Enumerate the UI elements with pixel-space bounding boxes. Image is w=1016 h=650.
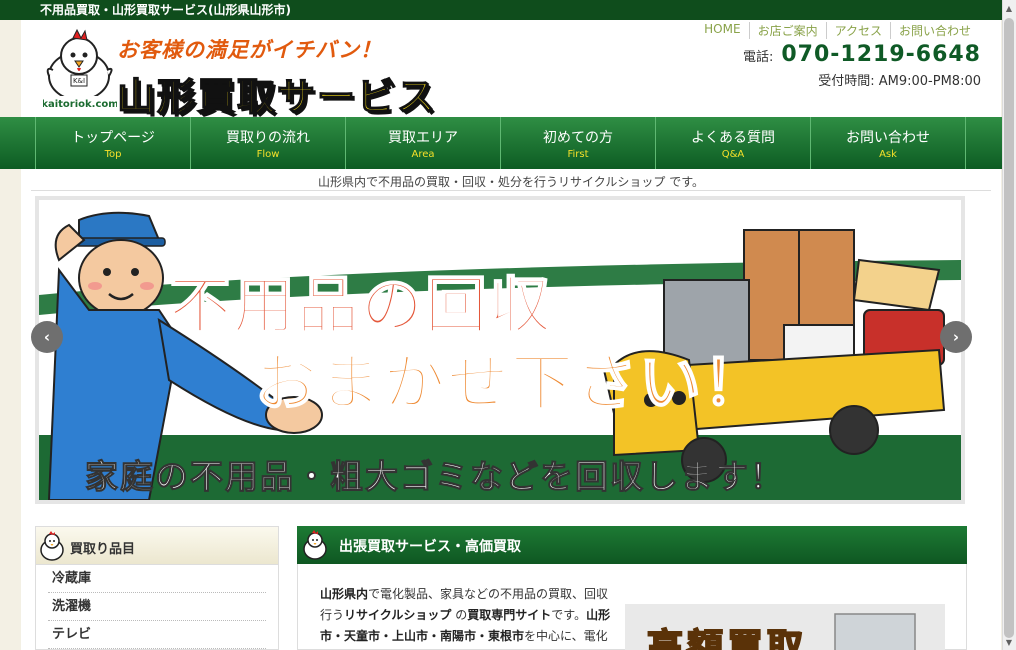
logo-domain: kaitoriok.com [43, 99, 117, 110]
site-topbar: 不用品買取・山形買取サービス(山形県山形市) [0, 0, 1002, 20]
nav-label: トップページ [71, 130, 155, 146]
section-body: 山形県内で電化製品、家具などの不用品の買取、回収行うリサイクルショップ の買取専… [297, 564, 967, 650]
catch-phrase: お客様の満足がイチバン！ [117, 37, 383, 62]
link-contact[interactable]: お問い合わせ [889, 22, 979, 39]
nav-item-area[interactable]: 買取エリア Area [346, 117, 501, 169]
banner-headline-2: おまかせ下さい！ [254, 345, 768, 420]
chicken-icon [303, 530, 327, 560]
nav-sub-label: Ask [879, 149, 897, 160]
nav-item-flow[interactable]: 買取りの流れ Flow [191, 117, 346, 169]
hero-slider: 不用品の回収 おまかせ下さい！ 家庭の不用品・粗大ゴミなどを回収します！ [35, 196, 965, 504]
nav-item-top[interactable]: トップページ Top [36, 117, 191, 169]
text: の [451, 608, 468, 622]
banner-subheadline: 家庭の不用品・粗大ゴミなどを回収します！ [85, 457, 785, 497]
phone-label: 電話: [742, 50, 774, 65]
nav-sub-label: Top [104, 149, 122, 160]
nav-sub-label: Flow [256, 149, 280, 160]
slider-next-button[interactable]: › [940, 321, 972, 353]
nav-label: お問い合わせ [846, 130, 930, 146]
text-strong: リサイクルショップ [344, 608, 452, 622]
header-links: HOME お店ご案内 アクセス お問い合わせ [696, 22, 979, 39]
scrollbar-thumb[interactable] [1004, 18, 1014, 638]
sidebar-categories: 買取り品目 冷蔵庫 洗濯機 テレビ [35, 526, 279, 650]
business-hours: 受付時間: AM9:00-PM8:00 [818, 74, 981, 89]
sidebar-item-fridge[interactable]: 冷蔵庫 [48, 565, 266, 593]
nav-sub-label: Area [411, 149, 435, 160]
sidebar-item-tv[interactable]: テレビ [48, 621, 266, 649]
nav-label: よくある質問 [691, 130, 775, 146]
link-home[interactable]: HOME [696, 22, 748, 39]
section-title: 出張買取サービス・高価買取 [339, 539, 521, 555]
section-header: 出張買取サービス・高価買取 [297, 526, 967, 564]
nav-label: 買取りの流れ [226, 130, 310, 146]
nav-sub-label: First [567, 149, 589, 160]
site-tagline: 山形県内で不用品の買取・回収・処分を行うリサイクルショップ です。 [317, 175, 705, 189]
text-strong: 買取専門サイト [467, 608, 552, 622]
promo-banner[interactable]: 高額買取 [625, 604, 945, 650]
nav-item-first[interactable]: 初めての方 First [501, 117, 656, 169]
sidebar-header: 買取り品目 [36, 527, 278, 565]
link-access[interactable]: アクセス [825, 22, 890, 39]
nav-label: 買取エリア [388, 130, 458, 146]
chicken-logo-icon[interactable]: K&I kaitoriok.com [43, 26, 117, 112]
phone-number[interactable]: 070-1219-6648 [781, 42, 981, 67]
chicken-icon [40, 531, 64, 561]
text: です。 [551, 608, 587, 622]
nav-item-qa[interactable]: よくある質問 Q&A [656, 117, 811, 169]
nav-label: 初めての方 [543, 130, 613, 146]
scroll-up-icon[interactable]: ▲ [1002, 0, 1016, 16]
promo-text: 高額買取 [646, 626, 808, 650]
page-container: K&I kaitoriok.com お客様の満足がイチバン！ 山形買取サービス … [0, 20, 1002, 650]
link-shop-info[interactable]: お店ご案内 [748, 22, 826, 39]
main-nav: トップページ Top 買取りの流れ Flow 買取エリア Area 初めての方 … [0, 117, 1002, 169]
logo-badge: K&I [73, 77, 85, 85]
site-brand-title[interactable]: 山形買取サービス [116, 66, 437, 121]
scroll-down-icon[interactable]: ▼ [1002, 634, 1016, 650]
nav-sub-label: Q&A [721, 149, 745, 160]
divider [31, 190, 991, 191]
slider-prev-button[interactable]: ‹ [31, 321, 63, 353]
phone-block: 電話: 070-1219-6648 [743, 42, 981, 67]
text-strong: 山形県内 [320, 587, 369, 601]
intro-paragraph: 山形県内で電化製品、家具などの不用品の買取、回収行うリサイクルショップ の買取専… [320, 584, 615, 650]
hero-slide[interactable]: 不用品の回収 おまかせ下さい！ 家庭の不用品・粗大ゴミなどを回収します！ [39, 200, 961, 500]
nav-item-ask[interactable]: お問い合わせ Ask [811, 117, 966, 169]
sidebar-item-washer[interactable]: 洗濯機 [48, 593, 266, 621]
sidebar-title: 買取り品目 [70, 542, 136, 557]
